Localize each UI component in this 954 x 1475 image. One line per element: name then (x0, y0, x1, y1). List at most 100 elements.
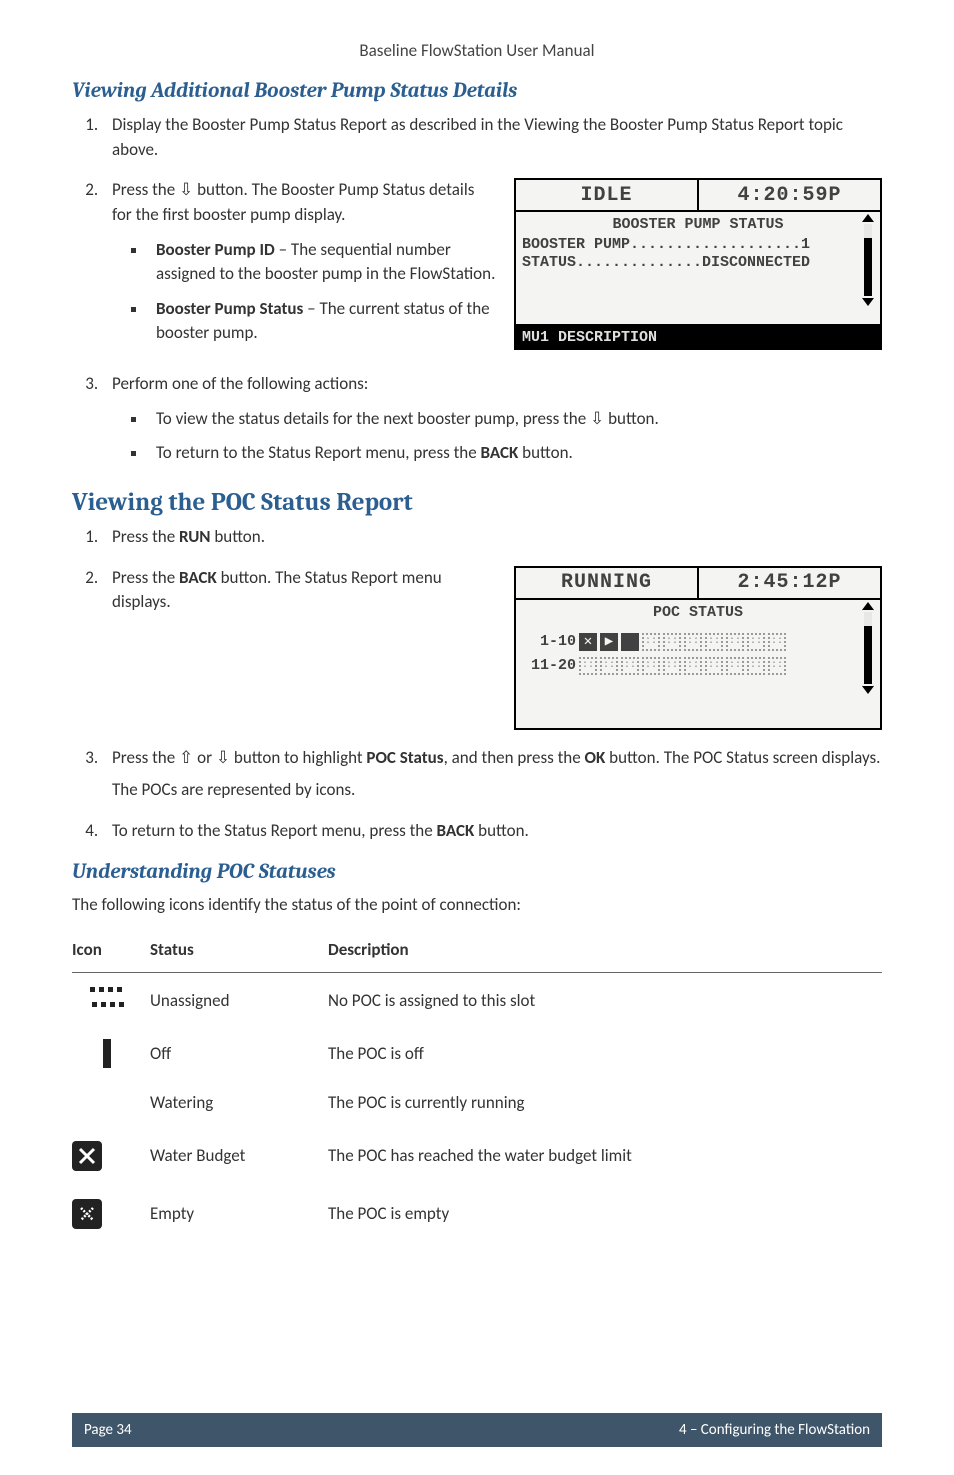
status-cell: Water Budget (150, 1127, 328, 1185)
lcd-mode: RUNNING (516, 568, 699, 598)
run-button-label: RUN (179, 526, 210, 547)
heading-poc-statuses: Understanding POC Statuses (72, 860, 882, 884)
arrow-up-icon: ⇧ (179, 747, 193, 768)
status-cell: Watering (150, 1078, 328, 1127)
step-3-text: Perform one of the following actions: (112, 373, 368, 394)
poc-icon-empty (600, 657, 618, 675)
lcd-time: 2:45:12P (699, 568, 880, 598)
step-1: Display the Booster Pump Status Report a… (102, 113, 882, 162)
heading-poc-status: Viewing the POC Status Report (72, 488, 882, 517)
desc-cell: The POC is currently running (328, 1078, 882, 1127)
text-back-post: button. (518, 442, 573, 463)
poc-icon-empty (579, 657, 597, 675)
table-row: Empty The POC is empty (72, 1185, 882, 1243)
poc-icon-empty (642, 657, 660, 675)
desc-cell: The POC is empty (328, 1185, 882, 1243)
poc-s3-mid: button to highlight (230, 747, 366, 768)
desc-cell: The POC is off (328, 1029, 882, 1078)
poc-icon-empty (684, 657, 702, 675)
scroll-up-icon (862, 214, 874, 222)
poc-icon-empty (663, 633, 681, 651)
th-icon: Icon (72, 929, 150, 973)
poc-step-3: Press the ⇧ or ⇩ button to highlight POC… (102, 746, 882, 803)
step-2-bullet-id: Booster Pump ID – The sequential number … (148, 238, 496, 287)
footer-page: Page 34 (84, 1421, 132, 1439)
page-footer: Page 34 4 – Configuring the FlowStation (72, 1413, 882, 1447)
scroll-down-icon (862, 298, 874, 306)
table-row: Off The POC is off (72, 1029, 882, 1078)
table-row: Water Budget The POC has reached the wat… (72, 1127, 882, 1185)
poc-icon-empty (768, 633, 786, 651)
off-icon (103, 1039, 111, 1068)
poc-icon-budget: ✕ (579, 633, 597, 651)
poc-s3-note: The POCs are represented by icons. (112, 778, 882, 803)
poc-icon-empty (621, 657, 639, 675)
poc-s2-pre: Press the (112, 567, 179, 588)
poc-row-2-label: 11-20 (526, 655, 576, 677)
lcd-row-2: STATUS..............DISCONNECTED (522, 254, 852, 272)
poc-icon-empty (747, 657, 765, 675)
poc-s4-post: button. (474, 820, 529, 841)
arrow-down-icon: ⇩ (179, 179, 193, 200)
table-row: Watering The POC is currently running (72, 1078, 882, 1127)
lcd-scrollbar (860, 214, 876, 322)
status-cell: Unassigned (150, 973, 328, 1029)
poc-step-4: To return to the Status Report menu, pre… (102, 819, 882, 844)
unassigned-icon (90, 987, 124, 1015)
step-3-bullet-back: To return to the Status Report menu, pre… (148, 441, 882, 466)
table-row: Unassigned No POC is assigned to this sl… (72, 973, 882, 1029)
poc-s3-or: or (193, 747, 216, 768)
text-back-pre: To return to the Status Report menu, pre… (156, 442, 481, 463)
step-2-bullet-status: Booster Pump Status – The current status… (148, 297, 496, 346)
poc-row-1-label: 1-10 (526, 631, 576, 653)
back-button-label: BACK (481, 442, 519, 463)
poc-icon-empty (705, 657, 723, 675)
step-3: Perform one of the following actions: To… (102, 372, 882, 466)
th-desc: Description (328, 929, 882, 973)
poc-icon-empty (726, 633, 744, 651)
label-booster-pump-id: Booster Pump ID (156, 239, 275, 260)
lcd-footer: MU1 DESCRIPTION (516, 324, 880, 350)
poc-s3-mid2: , and then press the (444, 747, 585, 768)
water-budget-icon (72, 1141, 102, 1171)
footer-chapter: 4 – Configuring the FlowStation (679, 1421, 870, 1439)
status-cell: Empty (150, 1185, 328, 1243)
lcd-time: 4:20:59P (699, 180, 880, 210)
step-3-bullet-next: To view the status details for the next … (148, 407, 882, 432)
arrow-down-icon: ⇩ (590, 408, 604, 429)
label-booster-pump-status: Booster Pump Status (156, 298, 303, 319)
back-button-label: BACK (179, 567, 217, 588)
poc-icon-arrow: ▶ (600, 633, 618, 651)
running-head: Baseline FlowStation User Manual (72, 40, 882, 61)
poc-icon-solid (621, 633, 639, 651)
poc-icon-empty (705, 633, 723, 651)
poc-icon-empty (768, 657, 786, 675)
poc-icon-empty (747, 633, 765, 651)
text-next-post: button. (604, 408, 659, 429)
scroll-up-icon (862, 602, 874, 610)
arrow-down-icon: ⇩ (216, 747, 230, 768)
poc-s3-post: button. The POC Status screen displays. (605, 747, 880, 768)
poc-icon-empty (663, 657, 681, 675)
lcd-subtitle: BOOSTER PUMP STATUS (516, 212, 880, 236)
lcd-row-1: BOOSTER PUMP...................1 (522, 236, 852, 254)
lcd-mode: IDLE (516, 180, 699, 210)
poc-icon-empty (684, 633, 702, 651)
scroll-down-icon (862, 686, 874, 694)
poc-s1-post: button. (210, 526, 265, 547)
ok-button-label: OK (585, 747, 606, 768)
step-2: Press the ⇩ button. The Booster Pump Sta… (102, 178, 882, 356)
text-next-pre: To view the status details for the next … (156, 408, 590, 429)
empty-icon (72, 1199, 102, 1229)
poc-icon-empty (642, 633, 660, 651)
lcd-booster-status: IDLE 4:20:59P BOOSTER PUMP STATUS BOOSTE… (514, 178, 882, 350)
desc-cell: No POC is assigned to this slot (328, 973, 882, 1029)
poc-icon-empty (726, 657, 744, 675)
desc-cell: The POC has reached the water budget lim… (328, 1127, 882, 1185)
poc-status-label: POC Status (366, 747, 443, 768)
poc-statuses-intro: The following icons identify the status … (72, 894, 882, 915)
poc-s1-pre: Press the (112, 526, 179, 547)
step-2-text-pre: Press the (112, 179, 179, 200)
lcd-poc-status: RUNNING 2:45:12P POC STATUS 1-10 ✕ ▶ (514, 566, 882, 730)
lcd-subtitle: POC STATUS (516, 600, 880, 624)
